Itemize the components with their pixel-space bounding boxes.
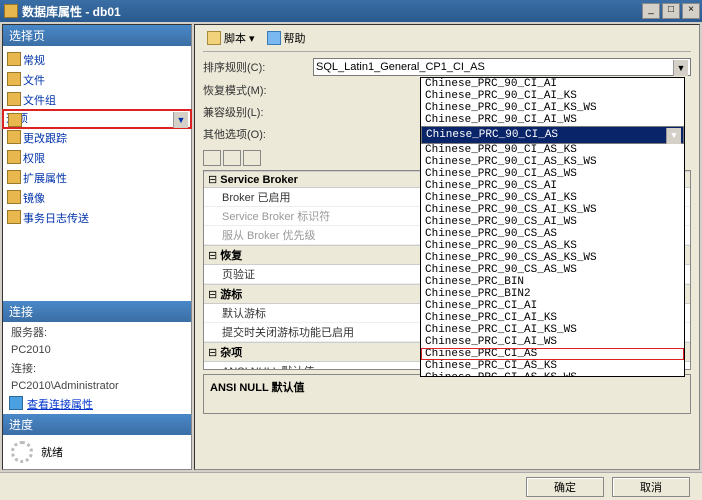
window-title: 数据库属性 - db01 xyxy=(22,3,642,20)
server-value: PC2010 xyxy=(3,342,191,358)
conn-label: 连接: xyxy=(3,358,191,378)
help-icon xyxy=(267,31,281,45)
dropdown-item[interactable]: Chinese_PRC_90_CI_AS_KS_WS xyxy=(421,156,684,168)
dropdown-item[interactable]: Chinese_PRC_90_CS_AS_KS xyxy=(421,240,684,252)
prop-button[interactable] xyxy=(243,150,261,166)
sidebar-item-2[interactable]: 文件组 xyxy=(3,90,191,110)
dropdown-item[interactable]: Chinese_PRC_90_CI_AS_KS xyxy=(421,144,684,156)
sidebar-item-1[interactable]: 文件 xyxy=(3,70,191,90)
db-icon xyxy=(4,4,18,18)
dropdown-item[interactable]: Chinese_PRC_90_CI_AI_WS xyxy=(421,114,684,126)
dropdown-item[interactable]: Chinese_PRC_90_CI_AI_KS_WS xyxy=(421,102,684,114)
nav-list: 常规文件文件组选项更改跟踪权限扩展属性镜像事务日志传送 xyxy=(3,46,191,232)
dropdown-item[interactable]: Chinese_PRC_90_CI_AI_KS xyxy=(421,90,684,102)
other-label: 其他选项(O): xyxy=(203,126,313,142)
dropdown-item[interactable]: Chinese_PRC_90_CS_AS_WS xyxy=(421,264,684,276)
sidebar-item-4[interactable]: 更改跟踪 xyxy=(3,128,191,148)
dropdown-item[interactable]: Chinese_PRC_CI_AI_KS_WS xyxy=(421,324,684,336)
sidebar-item-5[interactable]: 权限 xyxy=(3,148,191,168)
sidebar-item-7[interactable]: 镜像 xyxy=(3,188,191,208)
dropdown-item[interactable]: Chinese_PRC_90_CS_AS_KS_WS xyxy=(421,252,684,264)
dropdown-item[interactable]: Chinese_PRC_90_CI_AI xyxy=(421,78,684,90)
dropdown-item[interactable]: Chinese_PRC_CI_AS_KS_WS xyxy=(421,372,684,377)
server-label: 服务器: xyxy=(3,322,191,342)
spinner-icon xyxy=(11,441,33,463)
progress-header: 进度 xyxy=(3,414,191,435)
dropdown-item[interactable]: Chinese_PRC_90_CI_AS xyxy=(421,126,684,144)
dropdown-item[interactable]: Chinese_PRC_BIN2 xyxy=(421,288,684,300)
view-connection-link[interactable]: 查看连接属性 xyxy=(3,394,191,414)
dropdown-item[interactable]: Chinese_PRC_CI_AI_WS xyxy=(421,336,684,348)
cancel-button[interactable]: 取消 xyxy=(612,477,690,497)
alpha-button[interactable] xyxy=(223,150,241,166)
dropdown-item[interactable]: Chinese_PRC_90_CS_AI xyxy=(421,180,684,192)
dropdown-item[interactable]: Chinese_PRC_CI_AI_KS xyxy=(421,312,684,324)
help-button[interactable]: 帮助 xyxy=(263,29,310,47)
sidebar-item-6[interactable]: 扩展属性 xyxy=(3,168,191,188)
dropdown-item[interactable]: Chinese_PRC_CI_AS_KS xyxy=(421,360,684,372)
categorize-button[interactable] xyxy=(203,150,221,166)
dropdown-item[interactable]: Chinese_PRC_CI_AS xyxy=(421,348,684,360)
right-panel: 脚本 ▾ 帮助 排序规则(C): SQL_Latin1_General_CP1_… xyxy=(194,24,700,470)
dropdown-item[interactable]: Chinese_PRC_CI_AI xyxy=(421,300,684,312)
connection-header: 连接 xyxy=(3,301,191,322)
script-icon xyxy=(207,31,221,45)
property-description: ANSI NULL 默认值 xyxy=(203,374,691,414)
collation-dropdown-list[interactable]: Chinese_PRC_90_CI_AIChinese_PRC_90_CI_AI… xyxy=(420,77,685,377)
recovery-label: 恢复模式(M): xyxy=(203,82,313,98)
collation-select[interactable]: SQL_Latin1_General_CP1_CI_AS xyxy=(313,58,691,76)
dropdown-item[interactable]: Chinese_PRC_BIN xyxy=(421,276,684,288)
dropdown-item[interactable]: Chinese_PRC_90_CS_AI_KS xyxy=(421,192,684,204)
dropdown-item[interactable]: Chinese_PRC_90_CI_AS_WS xyxy=(421,168,684,180)
script-button[interactable]: 脚本 ▾ xyxy=(203,29,259,47)
status-text: 就绪 xyxy=(41,444,63,460)
sidebar-item-8[interactable]: 事务日志传送 xyxy=(3,208,191,228)
dropdown-item[interactable]: Chinese_PRC_90_CS_AI_KS_WS xyxy=(421,204,684,216)
dropdown-item[interactable]: Chinese_PRC_90_CS_AI_WS xyxy=(421,216,684,228)
close-button[interactable]: × xyxy=(682,3,700,19)
title-bar: 数据库属性 - db01 _ □ × xyxy=(0,0,702,22)
toolbar: 脚本 ▾ 帮助 xyxy=(203,29,691,52)
conn-value: PC2010\Administrator xyxy=(3,378,191,394)
ok-button[interactable]: 确定 xyxy=(526,477,604,497)
select-page-header: 选择页 xyxy=(3,25,191,46)
collation-label: 排序规则(C): xyxy=(203,59,313,75)
compat-label: 兼容级别(L): xyxy=(203,104,313,120)
maximize-button[interactable]: □ xyxy=(662,3,680,19)
sidebar-item-0[interactable]: 常规 xyxy=(3,50,191,70)
dialog-footer: 确定 取消 xyxy=(0,472,702,500)
sidebar-item-3[interactable]: 选项 xyxy=(3,110,191,128)
dropdown-item[interactable]: Chinese_PRC_90_CS_AS xyxy=(421,228,684,240)
minimize-button[interactable]: _ xyxy=(642,3,660,19)
left-panel: 选择页 常规文件文件组选项更改跟踪权限扩展属性镜像事务日志传送 连接 服务器: … xyxy=(2,24,192,470)
